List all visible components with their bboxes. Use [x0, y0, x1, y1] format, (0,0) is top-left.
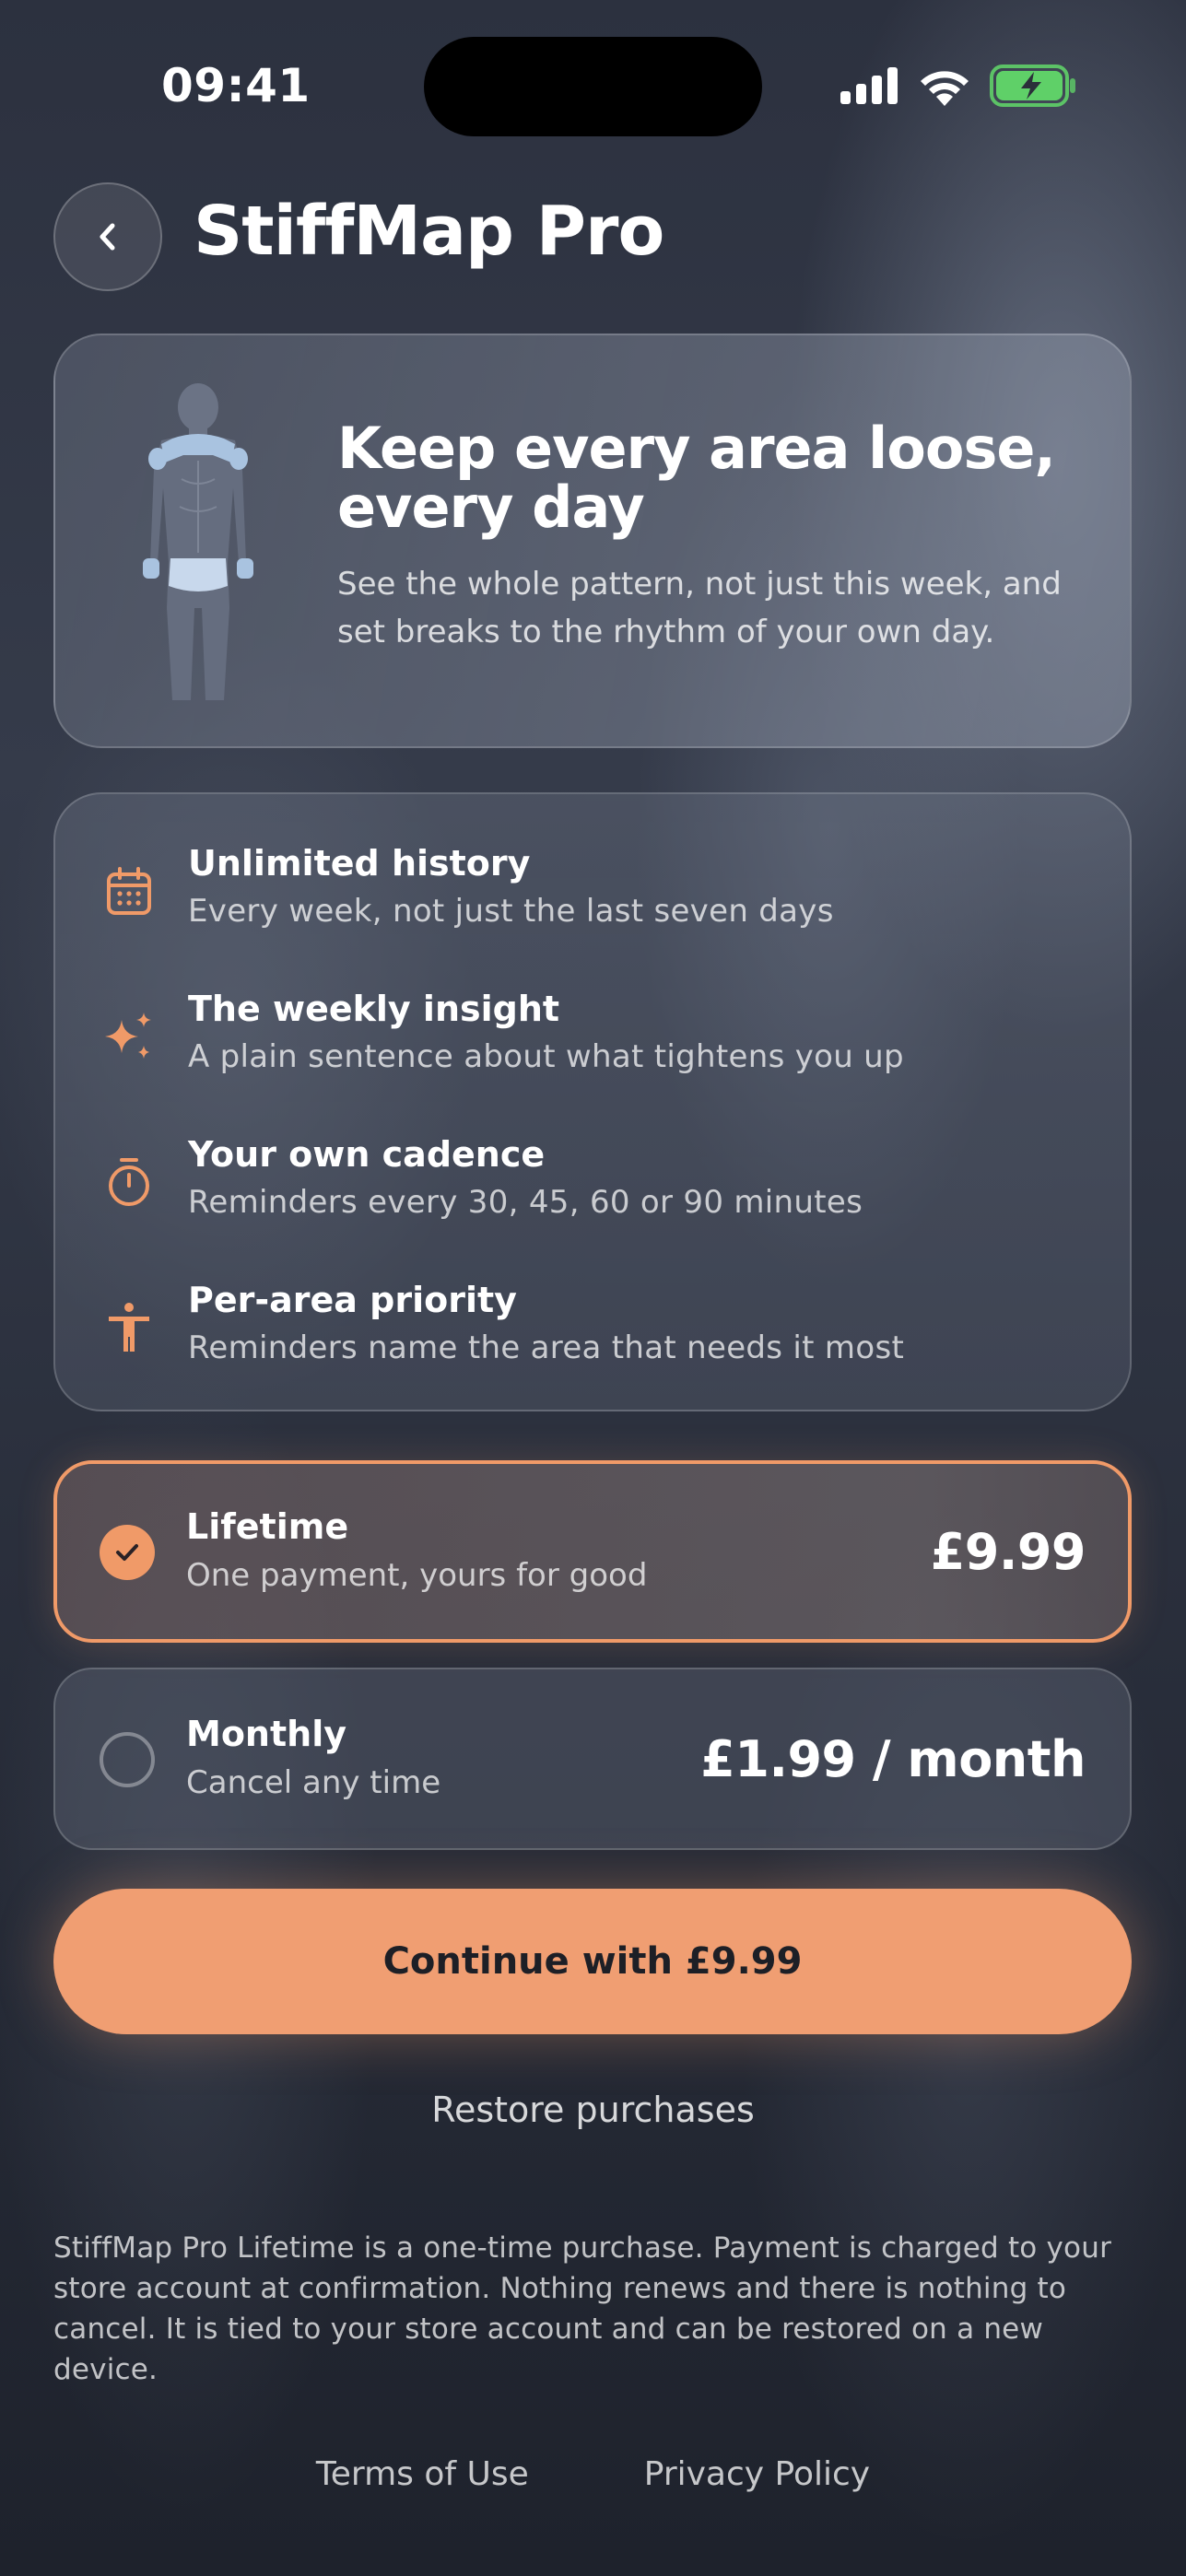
person-icon	[109, 1303, 149, 1352]
feature-item: Unlimited history Every week, not just t…	[55, 836, 1133, 955]
feature-desc: Reminders every 30, 45, 60 or 90 minutes	[188, 1184, 863, 1221]
status-time: 09:41	[161, 59, 311, 112]
chevron-left-icon	[100, 223, 115, 251]
hero-title: Keep every area loose, every day	[337, 415, 1056, 541]
page-title: StiffMap Pro	[194, 192, 664, 271]
back-button[interactable]	[53, 182, 162, 291]
feature-item: Per-area priority Reminders name the are…	[55, 1272, 1133, 1392]
feature-title: Your own cadence	[188, 1134, 546, 1175]
plan-name: Lifetime	[186, 1506, 349, 1547]
plan-option-lifetime[interactable]: Lifetime One payment, yours for good £9.…	[53, 1460, 1132, 1643]
terms-link[interactable]: Terms of Use	[316, 2458, 529, 2495]
status-icons	[840, 64, 1076, 107]
plan-name: Monthly	[186, 1714, 346, 1754]
battery-charging-icon	[990, 64, 1075, 107]
radio-unselected[interactable]	[100, 1732, 155, 1787]
timer-icon	[109, 1158, 149, 1206]
restore-purchases-link[interactable]: Restore purchases	[0, 2090, 1186, 2130]
sparkles-icon	[105, 1013, 151, 1059]
plan-desc: One payment, yours for good	[186, 1557, 648, 1594]
feature-item: The weekly insight A plain sentence abou…	[55, 981, 1133, 1101]
wifi-icon	[921, 71, 969, 106]
continue-button[interactable]: Continue with £9.99	[53, 1889, 1132, 2034]
plan-option-monthly[interactable]: Monthly Cancel any time £1.99 / month	[53, 1668, 1132, 1850]
legal-text: StiffMap Pro Lifetime is a one-time purc…	[53, 2231, 1112, 2386]
calendar-icon	[107, 867, 151, 915]
feature-desc: A plain sentence about what tightens you…	[188, 1038, 904, 1075]
features-card: Unlimited history Every week, not just t…	[53, 792, 1132, 1411]
feature-title: The weekly insight	[188, 989, 560, 1029]
feature-desc: Reminders name the area that needs it mo…	[188, 1329, 905, 1366]
feature-title: Unlimited history	[188, 843, 531, 884]
privacy-link[interactable]: Privacy Policy	[644, 2458, 870, 2495]
plan-desc: Cancel any time	[186, 1764, 441, 1801]
feature-item: Your own cadence Reminders every 30, 45,…	[55, 1127, 1133, 1247]
feature-desc: Every week, not just the last seven days	[188, 893, 834, 930]
radio-selected[interactable]	[100, 1525, 155, 1580]
signal-icon	[840, 67, 898, 104]
footer-links: Terms of Use Privacy Policy	[0, 2458, 1186, 2495]
feature-title: Per-area priority	[188, 1280, 517, 1320]
body-figure-icon	[143, 383, 253, 700]
plan-price: £9.99	[930, 1523, 1086, 1581]
dynamic-island	[424, 37, 762, 136]
check-icon	[116, 1544, 138, 1561]
hero-subtitle: See the whole pattern, not just this wee…	[337, 566, 1062, 650]
plan-price: £1.99 / month	[700, 1730, 1086, 1788]
